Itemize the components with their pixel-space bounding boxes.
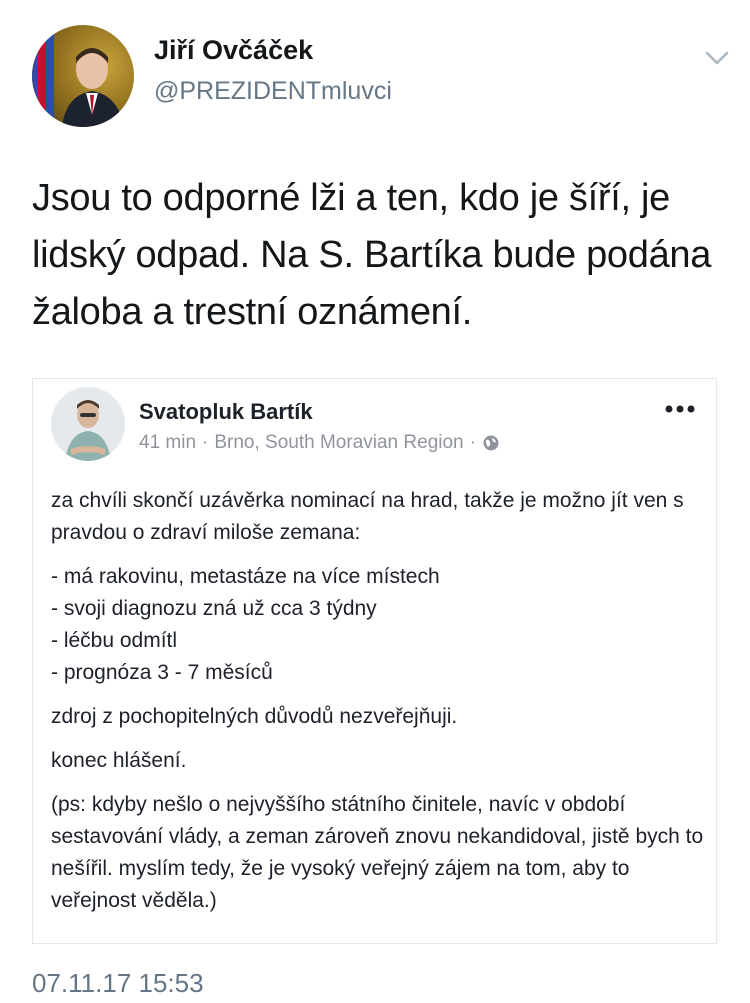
author-handle[interactable]: @PREZIDENTmluvci xyxy=(154,77,392,106)
chevron-down-icon[interactable] xyxy=(702,43,732,73)
quoted-paragraph: za chvíli skončí uzávěrka nominací na hr… xyxy=(51,489,684,544)
author-name[interactable]: Jiří Ovčáček xyxy=(154,35,313,66)
list-item: - léčbu odmítl xyxy=(51,629,178,652)
list-item: - prognóza 3 - 7 měsíců xyxy=(51,661,273,684)
quoted-author-name[interactable]: Svatopluk Bartík xyxy=(139,399,313,425)
quoted-paragraph: (ps: kdyby nešlo o nejvyššího státního č… xyxy=(51,793,704,912)
quoted-post-body: za chvíli skončí uzávěrka nominací na hr… xyxy=(51,485,706,917)
globe-icon xyxy=(483,435,499,451)
tweet-header: Jiří Ovčáček @PREZIDENTmluvci xyxy=(32,25,732,135)
quoted-paragraph: zdroj z pochopitelných důvodů nezveřejňu… xyxy=(51,705,458,728)
list-item: - má rakovinu, metastáze na více místech xyxy=(51,565,440,588)
quoted-list: - má rakovinu, metastáze na více místech… xyxy=(51,561,706,689)
quoted-author-avatar[interactable] xyxy=(51,387,125,461)
quoted-post-location[interactable]: Brno, South Moravian Region xyxy=(214,432,463,454)
tweet-text: Jsou to odporné lži a ten, kdo je šíří, … xyxy=(32,177,712,333)
list-item: - svoji diagnozu zná už cca 3 týdny xyxy=(51,597,377,620)
quoted-post-card[interactable]: Svatopluk Bartík 41 min · Brno, South Mo… xyxy=(32,378,717,944)
quoted-paragraph: konec hlášení. xyxy=(51,749,187,772)
author-photo xyxy=(32,25,124,127)
meta-separator: · xyxy=(202,432,209,453)
author-avatar[interactable] xyxy=(32,25,134,127)
quoted-author-photo xyxy=(51,387,125,461)
quoted-post-meta: 41 min · Brno, South Moravian Region · xyxy=(139,432,500,454)
quoted-post-time[interactable]: 41 min xyxy=(139,432,196,454)
more-horizontal-icon[interactable] xyxy=(664,404,696,414)
meta-separator: · xyxy=(469,432,476,453)
tweet-timestamp[interactable]: 07.11.17 15:53 xyxy=(32,968,204,999)
